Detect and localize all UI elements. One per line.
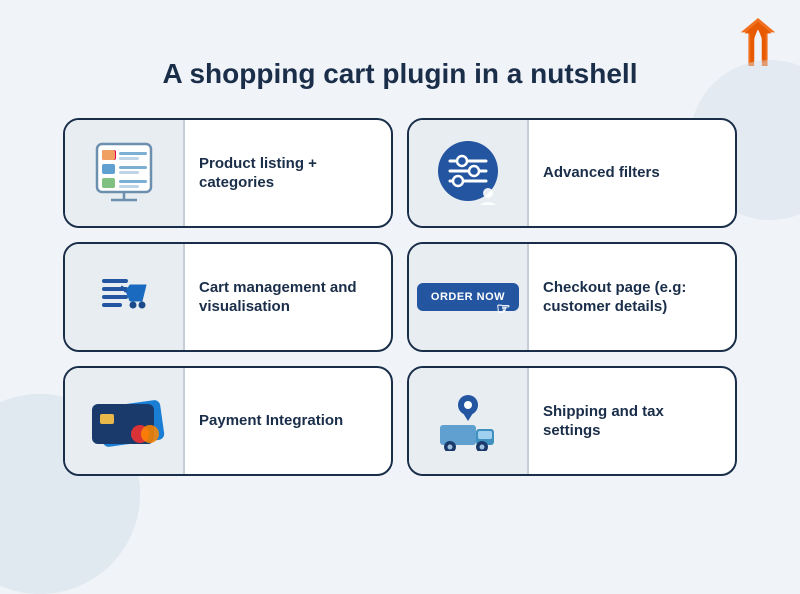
product-listing-icon	[65, 120, 185, 226]
advanced-filters-icon	[409, 120, 529, 226]
card-payment-label: Payment Integration	[185, 401, 391, 441]
card-checkout: ORDER NOW ☞ Checkout page (e.g: customer…	[407, 242, 737, 352]
cursor-icon: ☞	[496, 299, 511, 319]
card-payment: Payment Integration	[63, 366, 393, 476]
card-cart-management: Cart management and visualisation	[63, 242, 393, 352]
card-shipping-label: Shipping and tax settings	[529, 392, 735, 451]
card-shipping: Shipping and tax settings	[407, 366, 737, 476]
card-cart-management-label: Cart management and visualisation	[185, 268, 391, 327]
features-grid: Product listing + categories Advanced fi…	[63, 118, 737, 476]
card-advanced-filters: Advanced filters	[407, 118, 737, 228]
card-advanced-filters-label: Advanced filters	[529, 153, 735, 193]
payment-icon	[65, 368, 185, 474]
order-now-button: ORDER NOW ☞	[417, 283, 519, 311]
card-product-listing-label: Product listing + categories	[185, 144, 391, 203]
shipping-icon	[409, 368, 529, 474]
checkout-icon: ORDER NOW ☞	[409, 244, 529, 350]
card-checkout-label: Checkout page (e.g: customer details)	[529, 268, 735, 327]
cart-management-icon	[65, 244, 185, 350]
page-title: A shopping cart plugin in a nutshell	[163, 58, 638, 90]
card-product-listing: Product listing + categories	[63, 118, 393, 228]
